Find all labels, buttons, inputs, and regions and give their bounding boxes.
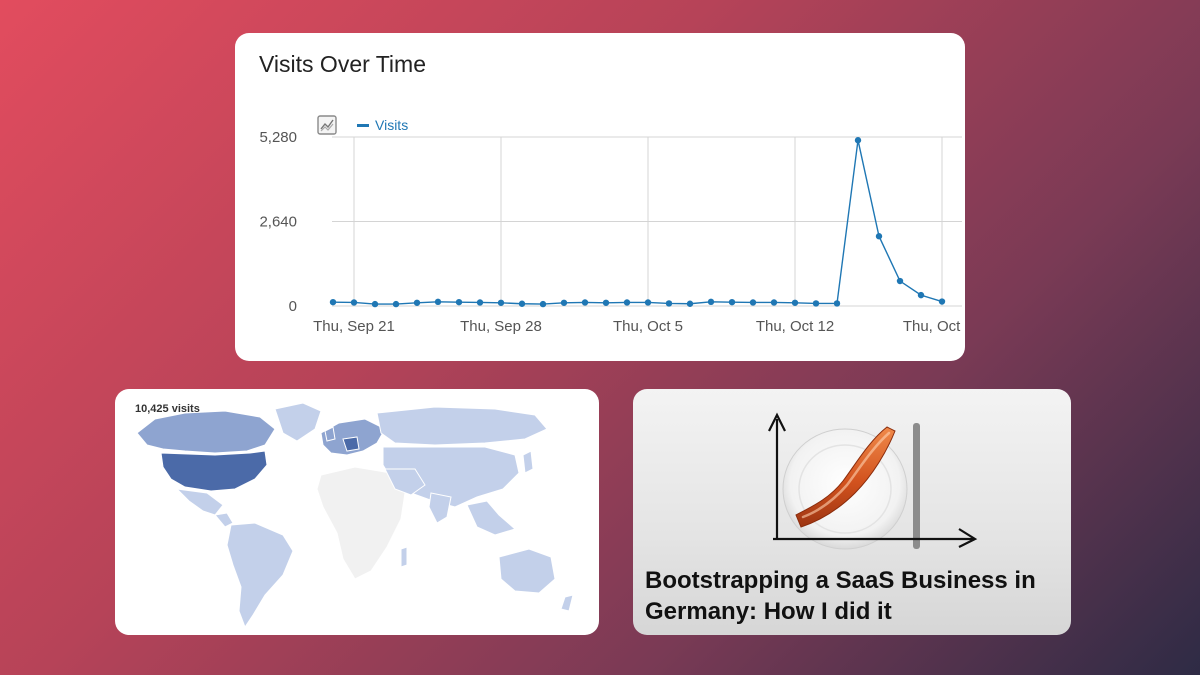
visits-data-point bbox=[833, 300, 841, 307]
region-madagascar[interactable] bbox=[400, 546, 408, 568]
x-tick-label: Thu, Oct 5 bbox=[613, 318, 683, 335]
region-greenland[interactable] bbox=[274, 402, 322, 442]
visits-data-point bbox=[329, 298, 337, 306]
chart-legend[interactable]: Visits bbox=[357, 117, 408, 133]
visits-data-point bbox=[644, 299, 652, 306]
visits-data-point bbox=[686, 300, 694, 307]
visits-data-point bbox=[539, 300, 547, 308]
region-russia[interactable] bbox=[376, 406, 548, 446]
visits-data-point bbox=[791, 299, 799, 306]
visits-data-point bbox=[854, 137, 862, 144]
region-africa[interactable] bbox=[316, 466, 406, 580]
visits-data-point bbox=[497, 299, 505, 306]
world-map bbox=[136, 402, 574, 629]
blog-post-card[interactable]: Bootstrapping a SaaS Business in Germany… bbox=[633, 389, 1071, 635]
visits-data-point bbox=[938, 298, 946, 305]
region-india[interactable] bbox=[428, 492, 452, 524]
region-japan[interactable] bbox=[522, 450, 534, 474]
x-tick-label: Thu, Sep 28 bbox=[460, 318, 542, 335]
map-visits-label: 10,425 visits bbox=[135, 403, 200, 415]
visits-data-point bbox=[413, 299, 421, 306]
region-canada[interactable] bbox=[136, 410, 276, 454]
visits-data-point bbox=[581, 299, 589, 306]
visits-data-point bbox=[875, 233, 883, 240]
visits-data-point bbox=[917, 291, 925, 299]
visits-data-point bbox=[749, 299, 757, 306]
visits-series-line bbox=[332, 140, 943, 305]
x-tick-label: Thu, Oct 12 bbox=[756, 318, 834, 335]
y-tick-label: 0 bbox=[289, 298, 297, 315]
legend-label: Visits bbox=[375, 117, 409, 133]
visits-chart-card: Visits Over Time 5,280 2,640 0 Thu, Sep 21 T… bbox=[235, 33, 965, 361]
visits-data-point bbox=[434, 298, 442, 306]
region-uk[interactable] bbox=[324, 426, 336, 442]
knife-icon bbox=[913, 423, 920, 549]
visits-line-chart: 5,280 2,640 0 Thu, Sep 21 Thu, Sep 28 Thu, Oc… bbox=[259, 129, 965, 335]
region-usa[interactable] bbox=[160, 450, 268, 492]
visits-data-point bbox=[707, 298, 715, 306]
y-tick-label: 5,280 bbox=[259, 129, 297, 146]
visits-data-point bbox=[518, 300, 526, 307]
visits-data-point bbox=[770, 299, 778, 306]
visits-data-point bbox=[602, 299, 610, 306]
visits-data-point bbox=[392, 300, 400, 308]
x-tick-label: Thu, Sep 21 bbox=[313, 318, 395, 335]
visits-data-point bbox=[560, 299, 568, 306]
post-title[interactable]: Bootstrapping a SaaS Business in Germany… bbox=[645, 565, 1065, 627]
world-map-card: 10,425 visits bbox=[115, 389, 599, 635]
visits-data-point bbox=[665, 300, 673, 307]
visits-data-point bbox=[623, 299, 631, 306]
y-tick-label: 2,640 bbox=[259, 214, 297, 231]
visits-data-point bbox=[371, 300, 379, 308]
visits-data-point bbox=[350, 299, 358, 306]
visits-data-point bbox=[812, 300, 820, 307]
region-australia[interactable] bbox=[498, 548, 556, 594]
visits-data-point bbox=[455, 298, 463, 306]
visits-data-point bbox=[476, 299, 484, 306]
region-central-america[interactable] bbox=[214, 512, 234, 528]
visits-data-point bbox=[728, 298, 736, 306]
region-mexico[interactable] bbox=[175, 488, 224, 516]
region-south-america[interactable] bbox=[226, 522, 294, 629]
legend-swatch bbox=[357, 123, 369, 127]
visits-data-point bbox=[896, 277, 904, 285]
region-new-zealand[interactable] bbox=[560, 594, 574, 612]
region-southeast-asia[interactable] bbox=[466, 500, 517, 536]
chart-type-icon[interactable] bbox=[317, 115, 337, 135]
x-tick-label: Thu, Oct 19 bbox=[903, 318, 965, 335]
